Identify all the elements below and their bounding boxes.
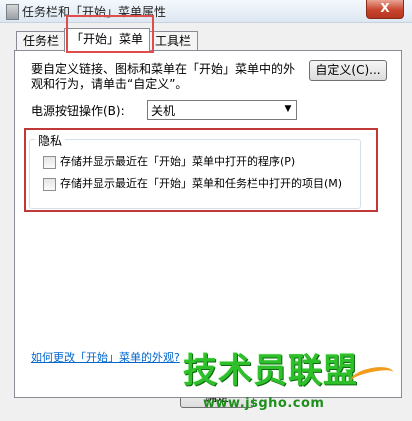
watermark-logo: 技术员联盟	[183, 351, 358, 391]
start-menu-help-link[interactable]: 如何更改「开始」菜单的外观?	[31, 349, 180, 365]
tab-toolbars[interactable]: 工具栏	[148, 31, 198, 51]
tab-highlight-box	[66, 15, 154, 53]
taskbar-window-icon	[6, 4, 19, 20]
close-button[interactable]: X	[366, 0, 404, 19]
power-button-action-label: 电源按钮操作(B):	[31, 104, 125, 118]
chevron-down-icon: ▼	[284, 104, 292, 114]
properties-window: 任务栏和「开始」菜单属性 X 任务栏 「开始」菜单 工具栏 要自定义链接、图标和…	[0, 0, 412, 421]
close-icon: X	[380, 1, 390, 15]
power-button-action-value: 关机	[151, 104, 176, 118]
tab-taskbar[interactable]: 任务栏	[16, 31, 66, 51]
title-bar[interactable]: 任务栏和「开始」菜单属性 X	[0, 0, 412, 23]
start-menu-tab-panel: 要自定义链接、图标和菜单在「开始」菜单中的外观和行为，请单击“自定义”。 自定义…	[14, 50, 402, 398]
watermark-url: www.jsgho.com	[203, 396, 325, 411]
power-button-action-dropdown[interactable]: 关机 ▼	[147, 100, 297, 120]
privacy-highlight-box	[24, 128, 378, 212]
start-menu-description: 要自定义链接、图标和菜单在「开始」菜单中的外观和行为，请单击“自定义”。	[31, 62, 296, 91]
customize-button[interactable]: 自定义(C)...	[309, 60, 387, 81]
